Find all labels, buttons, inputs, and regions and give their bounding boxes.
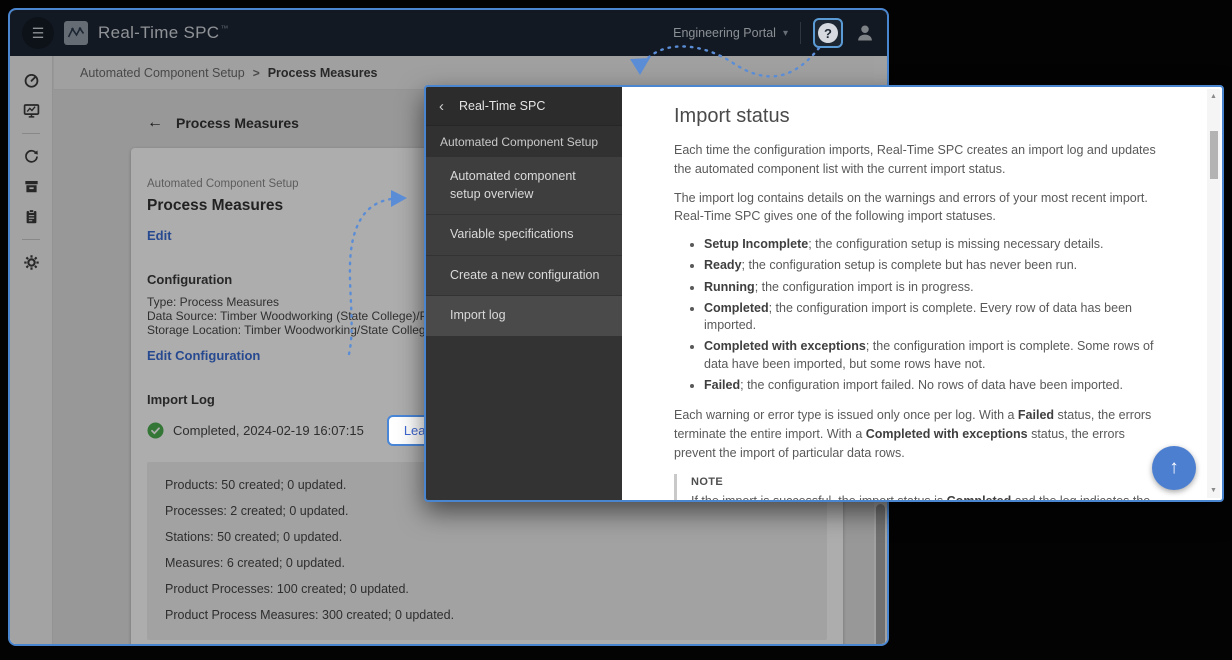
scroll-to-top-button[interactable]: ↑ [1152, 446, 1196, 490]
note-block: NOTE If the import is successful, the im… [674, 474, 1162, 500]
help-icon: ? [818, 23, 838, 43]
help-back-button[interactable]: ‹ Real-Time SPC [426, 87, 622, 125]
monitor-chart-icon [23, 102, 40, 119]
import-status-item: Completed with exceptions; the configura… [704, 338, 1162, 373]
gear-icon [23, 254, 40, 271]
import-status-text: Completed, 2024-02-19 16:07:15 [173, 423, 364, 438]
breadcrumb-current: Process Measures [268, 66, 378, 80]
person-icon [855, 23, 875, 43]
gauge-icon [23, 72, 40, 89]
import-status-list: Setup Incomplete; the configuration setu… [674, 236, 1162, 394]
nav-worksheets-button[interactable] [23, 208, 40, 225]
nav-charts-button[interactable] [23, 102, 40, 119]
stat-line: Measures: 6 created; 0 updated. [165, 556, 809, 570]
sidebar-divider [22, 239, 40, 240]
page-title: Process Measures [176, 115, 299, 131]
help-panel-scrollbar[interactable]: ▲ ▼ [1207, 89, 1220, 498]
import-status-item: Completed; the configuration import is c… [704, 300, 1162, 335]
help-paragraph: The import log contains details on the w… [674, 189, 1162, 227]
help-nav-item[interactable]: Import log [426, 296, 622, 337]
edit-configuration-link[interactable]: Edit Configuration [147, 348, 260, 363]
header-actions: Engineering Portal ▾ ? [673, 18, 875, 48]
stat-line: Stations: 50 created; 0 updated. [165, 530, 809, 544]
import-status-item: Ready; the configuration setup is comple… [704, 257, 1162, 274]
portal-dropdown[interactable]: Engineering Portal ▾ [673, 26, 788, 40]
help-panel-nav: ‹ Real-Time SPC Automated Component Setu… [426, 87, 622, 500]
note-text: If the import is successful, the import … [691, 492, 1162, 500]
screenshot-stage: ☰ Real-Time SPC™ Engineering Portal ▾ ? [0, 0, 1232, 660]
import-status-item: Setup Incomplete; the configuration setu… [704, 236, 1162, 253]
stat-line: Product Processes: 100 created; 0 update… [165, 582, 809, 596]
nav-settings-button[interactable] [23, 254, 40, 271]
help-nav-items: Automated component setup overviewVariab… [426, 157, 622, 337]
stat-line: Processes: 2 created; 0 updated. [165, 504, 809, 518]
scrollbar-up-arrow-icon[interactable]: ▲ [1207, 93, 1220, 100]
help-nav-item[interactable]: Create a new configuration [426, 256, 622, 297]
header-divider [800, 22, 801, 44]
stat-line: Product Process Measures: 300 created; 0… [165, 608, 809, 622]
breadcrumb-separator: > [253, 66, 260, 80]
help-article: Import status Each time the configuratio… [622, 87, 1206, 500]
breadcrumb-parent[interactable]: Automated Component Setup [80, 66, 245, 80]
import-status-item: Running; the configuration import is in … [704, 279, 1162, 296]
sync-icon [23, 148, 40, 165]
nav-storage-button[interactable] [23, 178, 40, 195]
success-check-icon [147, 422, 164, 439]
back-arrow-icon[interactable]: ← [147, 114, 163, 132]
icon-sidebar [10, 56, 53, 644]
help-paragraph: Each warning or error type is issued onl… [674, 406, 1162, 462]
top-header: ☰ Real-Time SPC™ Engineering Portal ▾ ? [10, 10, 887, 56]
help-back-label: Real-Time SPC [459, 99, 545, 113]
note-label: NOTE [691, 476, 1162, 488]
help-panel: ‹ Real-Time SPC Automated Component Setu… [424, 85, 1224, 502]
help-button[interactable]: ? [813, 18, 843, 48]
sidebar-divider [22, 133, 40, 134]
trademark-symbol: ™ [220, 24, 228, 33]
scrollbar-down-arrow-icon[interactable]: ▼ [1207, 487, 1220, 494]
help-nav-item[interactable]: Variable specifications [426, 215, 622, 256]
clipboard-icon [23, 208, 40, 225]
help-article-title: Import status [674, 105, 1162, 128]
chevron-down-icon: ▾ [783, 28, 788, 39]
help-nav-item[interactable]: Automated component setup overview [426, 157, 622, 215]
edit-link[interactable]: Edit [147, 228, 172, 243]
app-logo-icon [64, 21, 88, 45]
help-paragraph: Each time the configuration imports, Rea… [674, 141, 1162, 179]
hamburger-icon: ☰ [32, 25, 45, 42]
archive-box-icon [23, 178, 40, 195]
hamburger-menu-button[interactable]: ☰ [22, 17, 54, 49]
help-scrollbar-thumb[interactable] [1210, 131, 1218, 179]
import-status-item: Failed; the configuration import failed.… [704, 377, 1162, 394]
nav-dashboard-button[interactable] [23, 72, 40, 89]
help-nav-section-label: Automated Component Setup [426, 125, 622, 157]
chevron-left-icon: ‹ [439, 98, 444, 115]
portal-label: Engineering Portal [673, 26, 776, 40]
app-scrollbar-thumb[interactable] [876, 504, 885, 646]
app-title: Real-Time SPC™ [98, 23, 229, 43]
arrow-up-icon: ↑ [1169, 457, 1179, 479]
nav-sync-button[interactable] [23, 148, 40, 165]
user-button[interactable] [855, 23, 875, 43]
